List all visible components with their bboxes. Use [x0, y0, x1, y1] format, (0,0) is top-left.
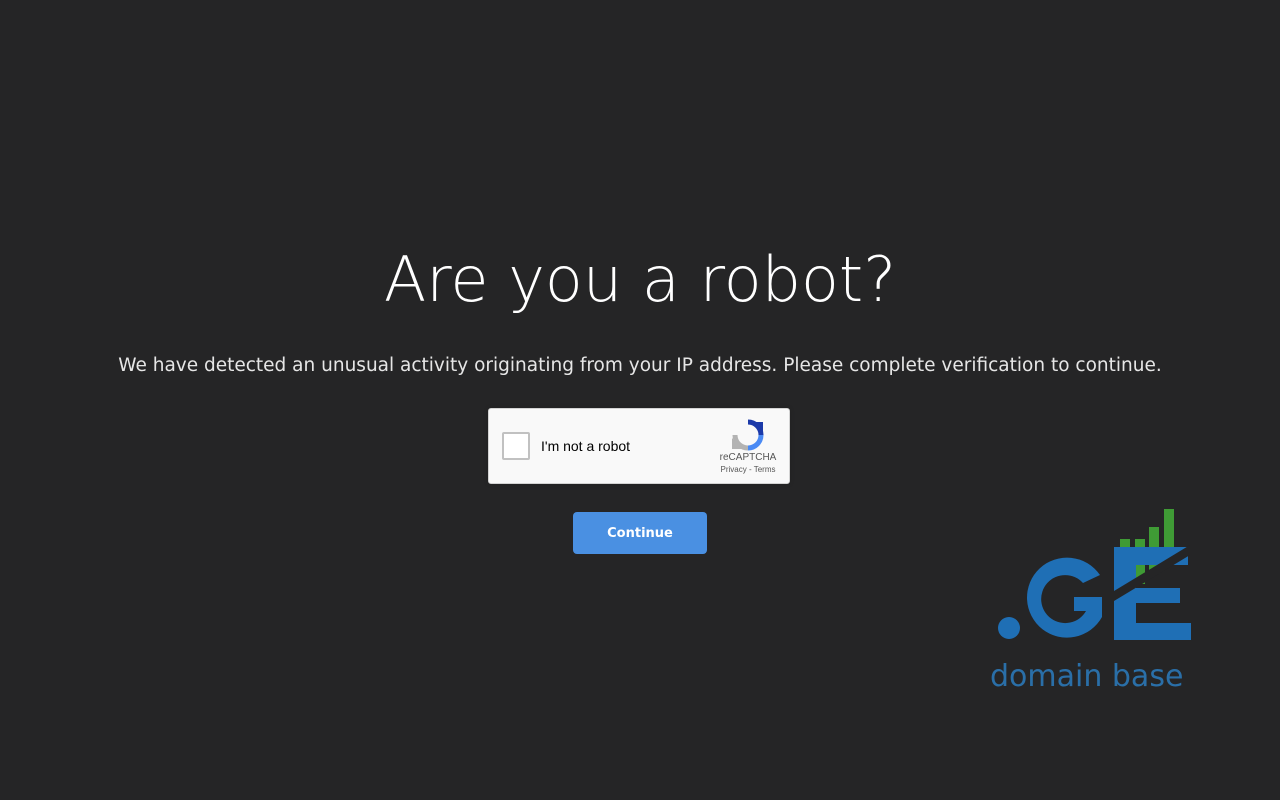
page-title: Are you a robot?: [383, 243, 897, 316]
terms-link[interactable]: Terms: [754, 465, 776, 474]
continue-button[interactable]: Continue: [573, 512, 707, 554]
recaptcha-brand-text: reCAPTCHA: [719, 452, 777, 463]
verification-message: We have detected an unusual activity ori…: [118, 355, 1162, 376]
recaptcha-logo-icon: [732, 419, 764, 451]
ge-domain-base-logo: domain base: [990, 505, 1200, 705]
recaptcha-links: Privacy - Terms: [717, 464, 779, 476]
not-a-robot-checkbox[interactable]: [502, 432, 530, 460]
checkbox-label: I'm not a robot: [541, 438, 631, 454]
privacy-link[interactable]: Privacy: [721, 465, 747, 474]
recaptcha-widget: I'm not a robot reCAPTCHA Privacy - Term…: [488, 408, 790, 484]
logo-tagline: domain base: [990, 659, 1184, 694]
bar-chart-icon: [998, 509, 1191, 640]
recaptcha-branding: reCAPTCHA Privacy - Terms: [717, 419, 779, 476]
link-separator: -: [746, 465, 754, 474]
